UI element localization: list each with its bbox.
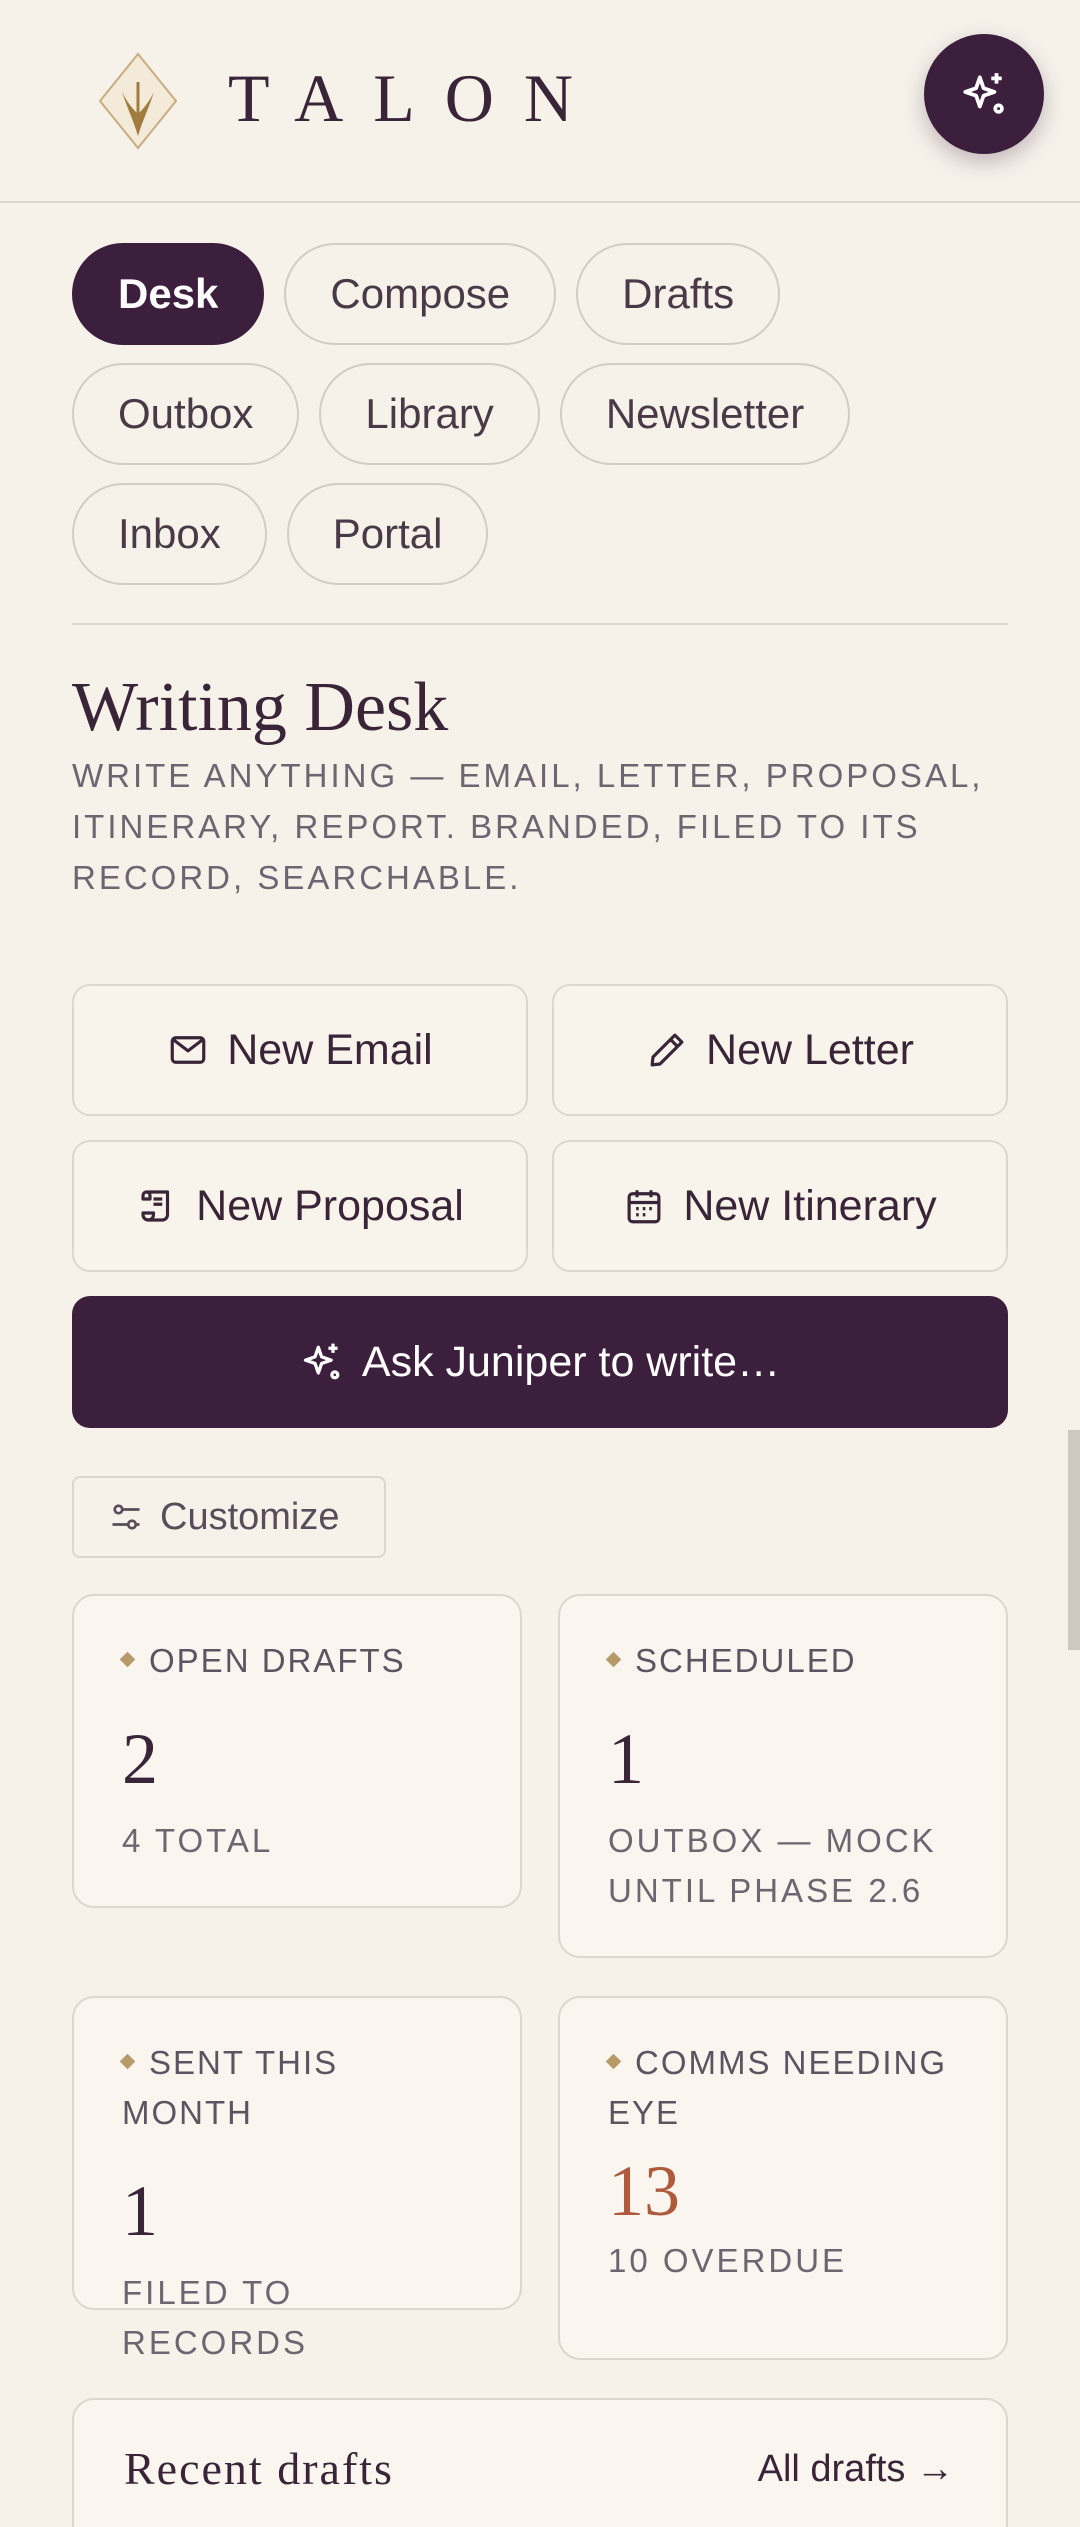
- new-itinerary-button[interactable]: New Itinerary: [552, 1140, 1008, 1272]
- customize-label: Customize: [160, 1495, 340, 1538]
- scrollbar-thumb[interactable]: [1068, 1430, 1080, 1650]
- stat-card-open-drafts[interactable]: OPEN DRAFTS 2 4 TOTAL: [72, 1594, 522, 1908]
- tab-newsletter[interactable]: Newsletter: [559, 363, 851, 465]
- stat-value: 1: [122, 2171, 158, 2251]
- stat-card-sent-this-month[interactable]: SENT THIS MONTH 1 FILED TO RECORDS: [72, 1996, 522, 2361]
- talon-logo-icon: [98, 52, 178, 150]
- new-email-button[interactable]: New Email: [72, 984, 528, 1116]
- stat-sub: OUTBOX — MOCK UNTIL PHASE 2.6: [608, 1822, 937, 1909]
- stat-card-comms-needing-eye[interactable]: COMMS NEEDING EYE 13 10 OVERDUE: [558, 1996, 1008, 2360]
- diamond-icon: [119, 1651, 136, 1668]
- stat-sub: FILED TO RECORDS: [122, 2274, 309, 2361]
- recent-drafts-panel: Recent drafts All drafts →: [72, 2398, 1008, 2527]
- new-proposal-button[interactable]: New Proposal: [72, 1140, 528, 1272]
- stat-card-scheduled[interactable]: SCHEDULED 1 OUTBOX — MOCK UNTIL PHASE 2.…: [558, 1594, 1008, 1958]
- tab-compose[interactable]: Compose: [284, 243, 557, 345]
- stat-value: 2: [122, 1719, 158, 1799]
- stat-value: 1: [608, 1719, 644, 1799]
- stat-label: COMMS NEEDING EYE: [608, 2044, 948, 2131]
- section-divider: [72, 623, 1008, 625]
- new-letter-button[interactable]: New Letter: [552, 984, 1008, 1116]
- new-email-label: New Email: [227, 1025, 433, 1074]
- stat-sub: 10 OVERDUE: [608, 2242, 848, 2279]
- scroll-icon: [141, 1190, 170, 1222]
- diamond-icon: [605, 2053, 622, 2070]
- stat-label: SENT THIS MONTH: [122, 2044, 339, 2131]
- ask-juniper-button[interactable]: Ask Juniper to write…: [72, 1296, 1008, 1428]
- section-tabs: Desk Compose Drafts Outbox Library Newsl…: [72, 243, 1012, 603]
- new-proposal-label: New Proposal: [196, 1181, 464, 1230]
- stat-sub: 4 TOTAL: [122, 1822, 274, 1859]
- tab-portal[interactable]: Portal: [286, 483, 489, 585]
- sliders-icon: [112, 1504, 140, 1530]
- ask-juniper-label: Ask Juniper to write…: [361, 1337, 781, 1386]
- tab-library[interactable]: Library: [319, 363, 540, 465]
- sparkle-icon: [303, 1343, 340, 1380]
- stat-label: OPEN DRAFTS: [149, 1642, 406, 1679]
- tab-desk[interactable]: Desk: [72, 243, 265, 345]
- stat-label: SCHEDULED: [635, 1642, 857, 1679]
- recent-drafts-title: Recent drafts: [124, 2443, 394, 2494]
- assistant-button[interactable]: [924, 34, 1044, 154]
- mail-icon: [170, 1036, 206, 1064]
- sparkle-icon: [963, 73, 1004, 114]
- tab-drafts[interactable]: Drafts: [576, 243, 781, 345]
- calendar-icon: [627, 1190, 661, 1224]
- page-subtitle: WRITE ANYTHING — EMAIL, LETTER, PROPOSAL…: [72, 757, 984, 896]
- app-header: TALON: [0, 0, 1080, 203]
- diamond-icon: [605, 1651, 622, 1668]
- customize-button[interactable]: Customize: [72, 1476, 386, 1558]
- page-title: Writing Desk: [72, 669, 449, 746]
- new-letter-label: New Letter: [706, 1025, 914, 1074]
- brand-wordmark: TALON: [228, 60, 603, 136]
- tab-inbox[interactable]: Inbox: [72, 483, 267, 585]
- stat-value: 13: [608, 2151, 680, 2231]
- pen-icon: [650, 1033, 684, 1067]
- tab-outbox[interactable]: Outbox: [72, 363, 300, 465]
- new-itinerary-label: New Itinerary: [683, 1181, 937, 1230]
- all-drafts-link[interactable]: All drafts →: [758, 2448, 954, 2491]
- diamond-icon: [119, 2053, 136, 2070]
